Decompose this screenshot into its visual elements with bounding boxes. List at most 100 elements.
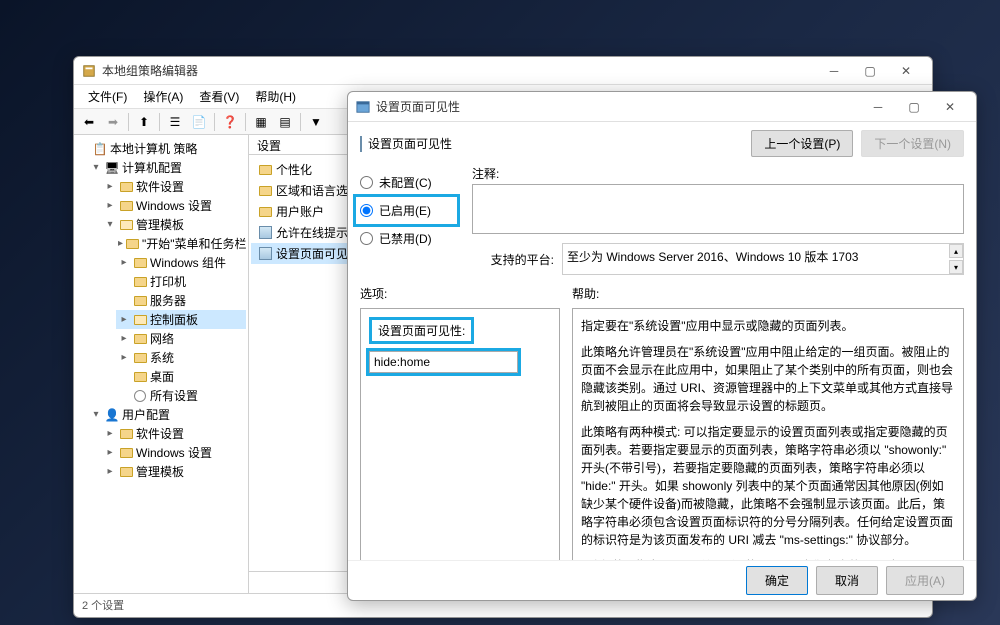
tree-control-panel[interactable]: ▸控制面板 bbox=[116, 310, 246, 329]
help-icon[interactable]: ❓ bbox=[219, 112, 241, 132]
tree-item[interactable]: 桌面 bbox=[116, 367, 246, 386]
folder-icon bbox=[258, 205, 272, 219]
maximize-button[interactable]: ▢ bbox=[896, 96, 932, 118]
tree-item[interactable]: ▸Windows 组件 bbox=[116, 253, 246, 272]
tree-item[interactable]: ▸Windows 设置 bbox=[102, 196, 246, 215]
radio-label: 已禁用(D) bbox=[379, 230, 432, 247]
tree-item[interactable]: ▸软件设置 bbox=[102, 177, 246, 196]
option-field-label: 设置页面可见性: bbox=[378, 324, 465, 338]
folder-icon bbox=[133, 313, 147, 327]
item-label: 用户账户 bbox=[276, 203, 324, 220]
tree-admin-templates[interactable]: ▾管理模板 bbox=[102, 215, 246, 234]
setting-icon bbox=[258, 226, 272, 240]
radio-enabled[interactable]: 已启用(E) bbox=[360, 199, 453, 222]
tree-label: 打印机 bbox=[150, 273, 186, 290]
properties-icon[interactable]: ▦ bbox=[250, 112, 272, 132]
dialog-window-controls: ─ ▢ ✕ bbox=[860, 96, 968, 118]
minimize-button[interactable]: ─ bbox=[860, 96, 896, 118]
folder-icon bbox=[133, 294, 147, 308]
tree-label: 管理模板 bbox=[136, 216, 184, 233]
folder-icon bbox=[126, 237, 139, 251]
tree-item[interactable]: ▸软件设置 bbox=[102, 424, 246, 443]
tree-label: Windows 设置 bbox=[136, 444, 212, 461]
tree-item[interactable]: ▸Windows 设置 bbox=[102, 443, 246, 462]
prev-setting-button[interactable]: 上一个设置(P) bbox=[751, 130, 853, 157]
tree-item[interactable]: ▸管理模板 bbox=[102, 462, 246, 481]
tree-label: 系统 bbox=[150, 349, 174, 366]
minimize-button[interactable]: ─ bbox=[816, 60, 852, 82]
tree-user-config[interactable]: ▾👤用户配置 bbox=[88, 405, 246, 424]
folder-icon bbox=[119, 446, 133, 460]
tree-item[interactable]: 所有设置 bbox=[116, 386, 246, 405]
folder-icon bbox=[119, 180, 133, 194]
show-hide-icon[interactable]: ☰ bbox=[164, 112, 186, 132]
menu-view[interactable]: 查看(V) bbox=[191, 86, 247, 107]
tree-label: 软件设置 bbox=[136, 425, 184, 442]
scroll-up-icon[interactable]: ▴ bbox=[949, 244, 963, 258]
policy-dialog: 设置页面可见性 ─ ▢ ✕ 设置页面可见性 上一个设置(P) 下一个设置(N) … bbox=[347, 91, 977, 601]
radio-not-configured[interactable]: 未配置(C) bbox=[360, 171, 460, 194]
help-panel[interactable]: 指定要在"系统设置"应用中显示或隐藏的页面列表。 此策略允许管理员在"系统设置"… bbox=[572, 308, 964, 560]
setting-icon bbox=[258, 247, 272, 261]
tree-item[interactable]: 服务器 bbox=[116, 291, 246, 310]
tree-label: 控制面板 bbox=[150, 311, 198, 328]
folder-icon bbox=[133, 351, 147, 365]
help-text: 示例: 若要指定只显示"关于"和"蓝牙"页面(它们各自的 URI 为 ms-se… bbox=[581, 557, 955, 560]
folder-icon bbox=[133, 256, 147, 270]
help-text: 指定要在"系统设置"应用中显示或隐藏的页面列表。 bbox=[581, 317, 955, 335]
menu-action[interactable]: 操作(A) bbox=[135, 86, 191, 107]
export-icon[interactable]: 📄 bbox=[188, 112, 210, 132]
comment-section: 注释: 支持的平台: 至少为 Windows Server 2016、Windo… bbox=[472, 165, 964, 275]
close-button[interactable]: ✕ bbox=[888, 60, 924, 82]
apply-button[interactable]: 应用(A) bbox=[886, 566, 964, 595]
policy-tree[interactable]: 📋本地计算机 策略 ▾🖥计算机配置 ▸软件设置 ▸Windows 设置 ▾管理模… bbox=[74, 135, 249, 593]
dialog-body: 设置页面可见性 上一个设置(P) 下一个设置(N) 未配置(C) 已启用(E) … bbox=[348, 122, 976, 560]
page-visibility-input[interactable] bbox=[369, 351, 518, 373]
list-icon[interactable]: ▤ bbox=[274, 112, 296, 132]
gpedit-title: 本地组策略编辑器 bbox=[102, 62, 816, 79]
tree-label: 桌面 bbox=[150, 368, 174, 385]
folder-icon bbox=[119, 199, 133, 213]
dialog-titlebar[interactable]: 设置页面可见性 ─ ▢ ✕ bbox=[348, 92, 976, 122]
supported-value: 至少为 Windows Server 2016、Windows 10 版本 17… bbox=[562, 243, 964, 275]
tree-computer-config[interactable]: ▾🖥计算机配置 bbox=[88, 158, 246, 177]
gpedit-titlebar[interactable]: 本地组策略编辑器 ─ ▢ ✕ bbox=[74, 57, 932, 85]
scroll-down-icon[interactable]: ▾ bbox=[949, 260, 963, 274]
tree-root[interactable]: 📋本地计算机 策略 bbox=[76, 139, 246, 158]
tree-item[interactable]: 打印机 bbox=[116, 272, 246, 291]
up-icon[interactable]: ⬆ bbox=[133, 112, 155, 132]
maximize-button[interactable]: ▢ bbox=[852, 60, 888, 82]
computer-icon: 🖥 bbox=[105, 161, 119, 175]
filter-icon[interactable]: ▼ bbox=[305, 112, 327, 132]
menu-file[interactable]: 文件(F) bbox=[80, 86, 135, 107]
folder-icon bbox=[133, 370, 147, 384]
tree-label: 软件设置 bbox=[136, 178, 184, 195]
tree-label: Windows 设置 bbox=[136, 197, 212, 214]
cancel-button[interactable]: 取消 bbox=[816, 566, 878, 595]
tree-item[interactable]: ▸"开始"菜单和任务栏 bbox=[116, 234, 246, 253]
back-icon[interactable]: ⬅ bbox=[78, 112, 100, 132]
folder-icon bbox=[119, 465, 133, 479]
close-button[interactable]: ✕ bbox=[932, 96, 968, 118]
tree-label: 计算机配置 bbox=[122, 159, 182, 176]
help-text: 此策略允许管理员在"系统设置"应用中阻止给定的一组页面。被阻止的页面不会显示在此… bbox=[581, 343, 955, 415]
comment-textarea[interactable] bbox=[472, 184, 964, 234]
radio-disabled[interactable]: 已禁用(D) bbox=[360, 227, 460, 250]
forward-icon[interactable]: ➡ bbox=[102, 112, 124, 132]
menu-help[interactable]: 帮助(H) bbox=[247, 86, 304, 107]
comment-label: 注释: bbox=[472, 165, 964, 182]
options-header: 选项: bbox=[360, 285, 560, 302]
dialog-footer: 确定 取消 应用(A) bbox=[348, 560, 976, 600]
folder-icon bbox=[258, 184, 272, 198]
help-text: 此策略有两种模式: 可以指定要显示的设置页面列表或指定要隐藏的页面列表。若要指定… bbox=[581, 423, 955, 549]
tree-label: 所有设置 bbox=[150, 387, 198, 404]
setting-icon bbox=[360, 137, 362, 151]
ok-button[interactable]: 确定 bbox=[746, 566, 808, 595]
folder-icon bbox=[133, 332, 147, 346]
help-header: 帮助: bbox=[572, 285, 964, 302]
item-label: 个性化 bbox=[276, 161, 312, 178]
tree-item[interactable]: ▸网络 bbox=[116, 329, 246, 348]
dialog-subtitle-row: 设置页面可见性 bbox=[360, 135, 743, 152]
next-setting-button[interactable]: 下一个设置(N) bbox=[861, 130, 964, 157]
tree-item[interactable]: ▸系统 bbox=[116, 348, 246, 367]
